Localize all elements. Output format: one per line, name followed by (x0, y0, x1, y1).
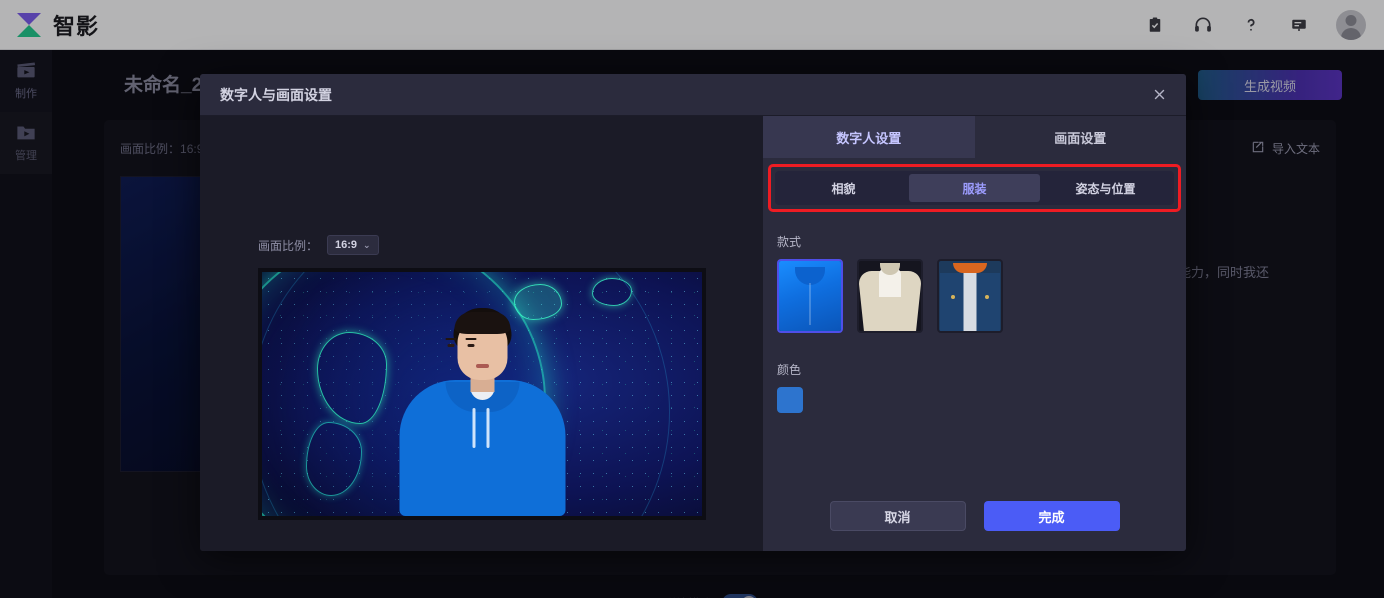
app-root: 智影 制作 管理 未命名_2 生成视频 画面比例：16:9 导入文本 的播报能力… (0, 0, 1384, 598)
color-section-label: 颜色 (777, 363, 802, 377)
segmented-control-wrapper: 相貌 服装 姿态与位置 (768, 164, 1181, 212)
modal-body: 画面比例： 16:9 ⌄ 数字人设置 画面设置 相貌 服装 姿态与位置 款式 颜… (200, 116, 1186, 551)
preview-ratio-label: 画面比例： (258, 238, 319, 253)
digital-human-avatar (390, 304, 575, 516)
cream-blazer-thumb-icon (859, 261, 921, 331)
clothing-option-cream-blazer[interactable] (857, 259, 923, 333)
color-swatch-row (777, 387, 1186, 413)
segment-appearance[interactable]: 相貌 (778, 174, 909, 202)
avatar-brow-left (445, 338, 457, 340)
modal-actions: 取消 完成 (763, 501, 1186, 531)
tab-screen-settings[interactable]: 画面设置 (974, 116, 1186, 158)
preview-pane: 画面比例： 16:9 ⌄ (200, 116, 763, 551)
segment-pose-position[interactable]: 姿态与位置 (1040, 174, 1171, 202)
preview-ratio-row: 画面比例： 16:9 ⌄ (258, 235, 379, 255)
avatar-mouth (475, 364, 489, 368)
close-icon[interactable] (1146, 82, 1172, 108)
preview-landmass-3 (592, 278, 632, 306)
avatar-drawstring-right (486, 408, 490, 448)
settings-pane: 数字人设置 画面设置 相貌 服装 姿态与位置 款式 颜色 取消 完成 (763, 116, 1186, 551)
digital-human-preview[interactable] (258, 268, 706, 520)
avatar-eye-right (467, 344, 475, 347)
avatar-brow-right (465, 338, 477, 340)
aspect-ratio-select[interactable]: 16:9 ⌄ (327, 235, 379, 255)
tab-digital-human[interactable]: 数字人设置 (763, 116, 975, 158)
aspect-ratio-value: 16:9 (335, 239, 358, 251)
navy-jacket-thumb-icon (939, 261, 1001, 331)
modal-header: 数字人与画面设置 (200, 74, 1186, 116)
segmented-control: 相貌 服装 姿态与位置 (775, 171, 1174, 205)
clothing-option-navy-jacket[interactable] (937, 259, 1003, 333)
avatar-drawstring-left (472, 408, 476, 448)
cancel-button[interactable]: 取消 (829, 501, 966, 531)
modal-title: 数字人与画面设置 (220, 86, 332, 103)
digital-human-settings-modal: 数字人与画面设置 画面比例： 16:9 ⌄ 数字人设置 画面设置 相貌 服装 姿… (200, 74, 1186, 551)
color-swatch-blue[interactable] (777, 387, 803, 413)
clothing-option-blue-hoodie[interactable] (777, 259, 843, 333)
segment-clothing[interactable]: 服装 (909, 174, 1040, 202)
avatar-fringe (454, 312, 510, 334)
avatar-eye-left (447, 344, 455, 347)
settings-tabs: 数字人设置 画面设置 (763, 116, 1186, 158)
blue-hoodie-thumb-icon (779, 261, 841, 331)
chevron-down-icon: ⌄ (363, 239, 371, 250)
confirm-button[interactable]: 完成 (983, 501, 1120, 531)
style-thumbnail-row (777, 259, 1186, 333)
style-section-label: 款式 (777, 235, 802, 249)
